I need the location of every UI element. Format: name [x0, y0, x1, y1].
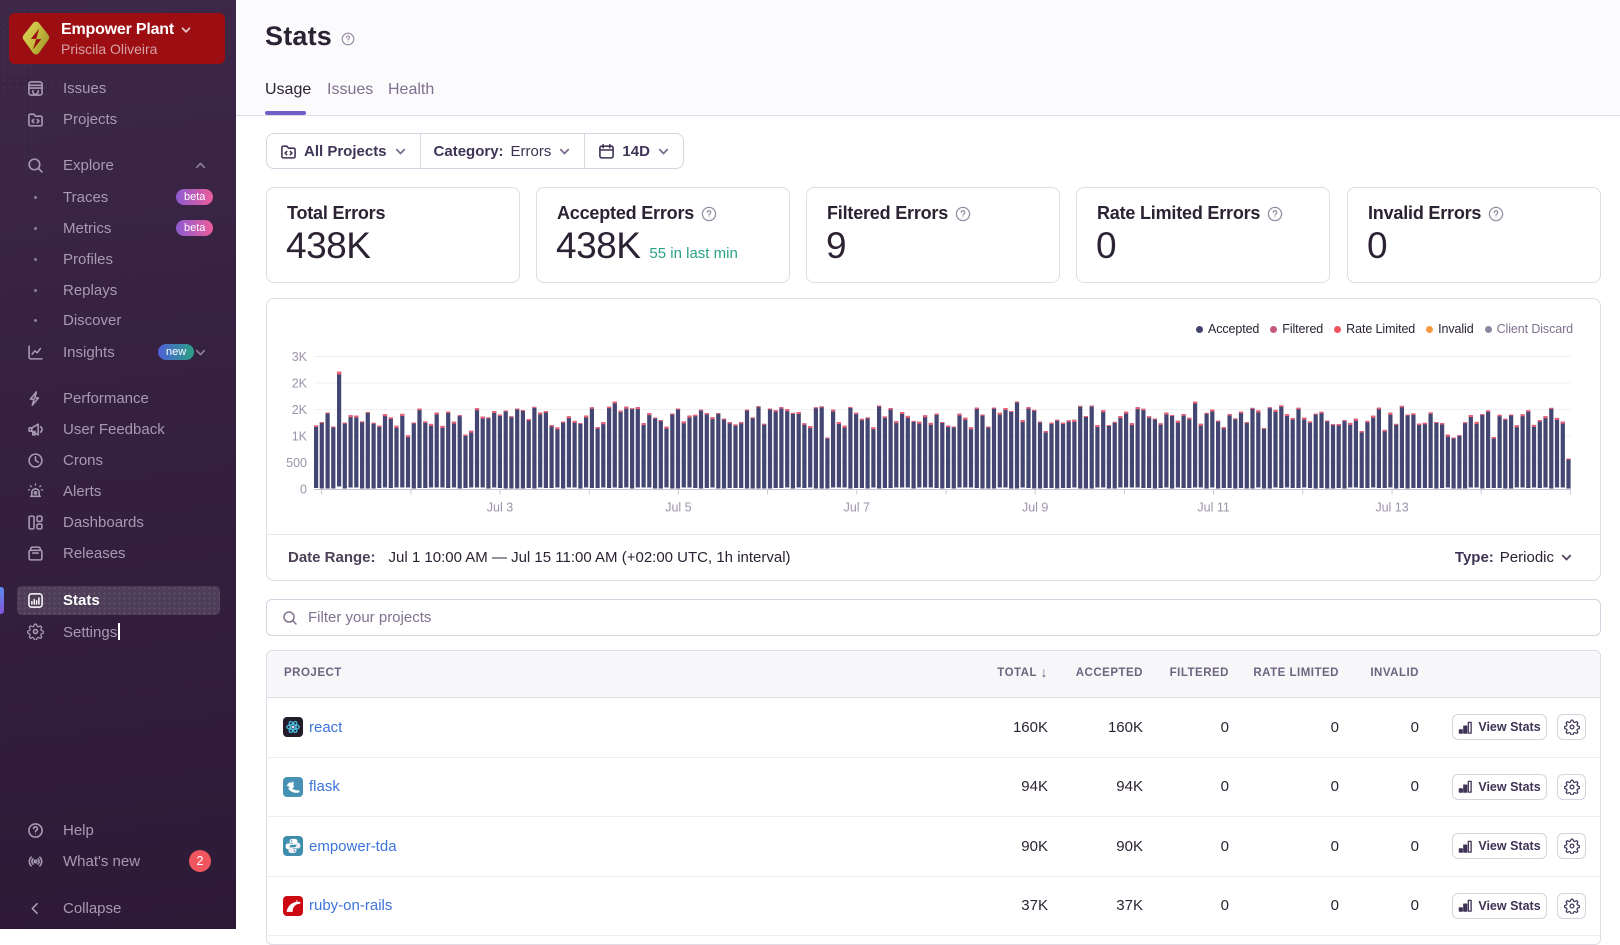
- svg-text:500: 500: [286, 456, 307, 470]
- svg-text:2K: 2K: [292, 377, 308, 391]
- svg-text:Jul 9: Jul 9: [1022, 501, 1048, 515]
- svg-text:3K: 3K: [292, 350, 308, 364]
- svg-text:2K: 2K: [292, 403, 308, 417]
- svg-text:1K: 1K: [292, 430, 308, 444]
- svg-text:Jul 11: Jul 11: [1197, 501, 1229, 515]
- svg-text:Jul 3: Jul 3: [487, 501, 513, 515]
- svg-text:Jul 7: Jul 7: [844, 501, 870, 515]
- svg-text:Jul 5: Jul 5: [665, 501, 691, 515]
- svg-text:Jul 13: Jul 13: [1375, 501, 1408, 515]
- svg-text:0: 0: [300, 483, 307, 497]
